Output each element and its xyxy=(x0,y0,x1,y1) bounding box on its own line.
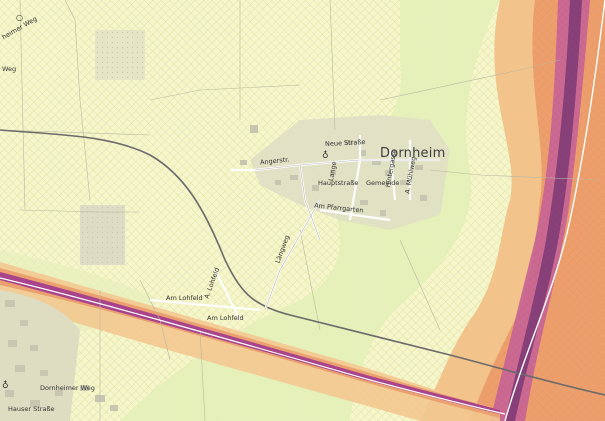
church-icon: ♁ xyxy=(322,150,329,161)
field-dots-north xyxy=(95,30,145,80)
street-label-am-lohfeld[interactable]: Am Lohfeld xyxy=(166,295,203,302)
map-canvas[interactable]: ♁ ♁ ○ xyxy=(0,0,605,421)
street-label-gemeinde[interactable]: Gemeinde xyxy=(366,180,399,187)
field-dots xyxy=(80,205,125,265)
street-label-am-lohfeld-2[interactable]: Am Lohfeld xyxy=(207,315,244,322)
street-label-neue-strasse[interactable]: Neue Straße xyxy=(325,138,366,148)
street-label-hauser-strasse[interactable]: Hauser Straße xyxy=(8,406,55,413)
street-label-dornheimer-weg[interactable]: Dornheimer Weg xyxy=(40,385,95,392)
street-label-hauptstrasse[interactable]: Hauptstraße xyxy=(318,180,358,187)
church-icon-southwest: ♁ xyxy=(2,380,9,391)
map-view[interactable]: ♁ ♁ ○ Dornheim Neue Straße Hauptstraße G… xyxy=(0,0,605,421)
street-label-weg-fragment[interactable]: Weg xyxy=(2,66,16,73)
